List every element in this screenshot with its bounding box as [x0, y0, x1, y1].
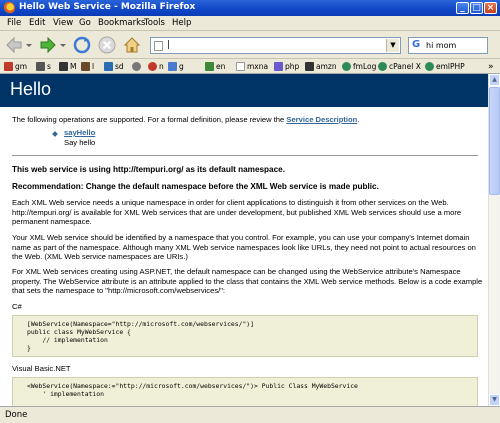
- vb-code: <WebService(Namespace:="http://microsoft…: [27, 382, 358, 398]
- csharp-code: [WebService(Namespace="http://microsoft.…: [27, 320, 255, 352]
- bookmark-icon: [81, 62, 90, 71]
- search-box[interactable]: G hi mom: [408, 37, 488, 54]
- bookmark-gm[interactable]: gm: [4, 60, 27, 73]
- vb-label: Visual Basic.NET: [12, 364, 71, 373]
- back-icon[interactable]: [4, 35, 24, 55]
- bookmark-icon: [236, 62, 245, 71]
- menu-bookmarks[interactable]: Bookmarks: [98, 18, 146, 28]
- bookmark-l[interactable]: l: [81, 60, 94, 73]
- firefox-icon: [3, 2, 15, 14]
- bookmarks-toolbar: gm s M l sd n g en mxna php amzn fmLog c…: [0, 59, 500, 74]
- bookmark-icon: [425, 62, 434, 71]
- page-content: Hello The following operations are suppo…: [0, 74, 488, 406]
- menu-tools[interactable]: Tools: [144, 18, 165, 28]
- menu-edit[interactable]: Edit: [29, 18, 45, 28]
- menu-view[interactable]: View: [53, 18, 73, 28]
- operation-sayhello-link[interactable]: sayHello: [64, 128, 95, 138]
- stop-icon[interactable]: [97, 35, 117, 55]
- minimize-button[interactable]: _: [456, 2, 469, 14]
- csharp-label: C#: [12, 302, 22, 311]
- go-separator: [403, 38, 405, 53]
- bookmark-icon: [378, 62, 387, 71]
- divider: [12, 155, 478, 156]
- bookmark-s[interactable]: s: [36, 60, 51, 73]
- bookmark-icon: [59, 62, 68, 71]
- operation-description: Say hello: [64, 138, 96, 147]
- search-input[interactable]: hi mom: [426, 41, 456, 50]
- bookmark-icon: [274, 62, 283, 71]
- scroll-down-icon[interactable]: ▼: [489, 394, 500, 406]
- bookmark-icon: [342, 62, 351, 71]
- bookmark-en[interactable]: en: [205, 60, 225, 73]
- paragraph-unique-namespace: Each XML Web service needs a unique name…: [12, 198, 462, 227]
- forward-dropdown-icon[interactable]: [60, 35, 66, 55]
- bookmark-blank[interactable]: [132, 60, 143, 73]
- menu-bar: File Edit View Go Bookmarks Tools Help: [0, 16, 500, 31]
- bookmark-icon: [104, 62, 113, 71]
- back-dropdown-icon[interactable]: [26, 35, 32, 55]
- bookmark-amzn[interactable]: amzn: [305, 60, 337, 73]
- bookmarks-overflow-icon[interactable]: »: [488, 60, 494, 73]
- service-description-link[interactable]: Service Description: [286, 115, 357, 124]
- forward-icon[interactable]: [38, 35, 58, 55]
- menu-go[interactable]: Go: [79, 18, 91, 28]
- menu-file[interactable]: File: [7, 18, 21, 28]
- bookmark-n[interactable]: n: [148, 60, 164, 73]
- status-bar: Done: [0, 406, 500, 423]
- namespace-notice: This web service is using http://tempuri…: [12, 165, 285, 174]
- google-icon[interactable]: G: [412, 39, 420, 50]
- bookmark-icon: [305, 62, 314, 71]
- reload-icon[interactable]: [72, 35, 92, 55]
- bookmark-emlphp[interactable]: emlPHP: [425, 60, 465, 73]
- csharp-code-block: [WebService(Namespace="http://microsoft.…: [12, 315, 478, 357]
- bookmark-m[interactable]: M: [59, 60, 76, 73]
- scroll-up-icon[interactable]: ▲: [489, 74, 500, 86]
- bookmark-php[interactable]: php: [274, 60, 299, 73]
- menu-help[interactable]: Help: [172, 18, 191, 28]
- close-button[interactable]: ×: [484, 2, 497, 14]
- vb-code-block: <WebService(Namespace:="http://microsoft…: [12, 377, 478, 406]
- status-text: Done: [5, 410, 28, 420]
- home-icon[interactable]: [122, 35, 142, 55]
- intro-text: The following operations are supported. …: [12, 115, 360, 124]
- bookmark-icon: [4, 62, 13, 71]
- bookmark-g[interactable]: g: [168, 60, 184, 73]
- bookmark-fmlog[interactable]: fmLog: [342, 60, 376, 73]
- address-input[interactable]: |: [167, 40, 170, 50]
- paragraph-aspnet: For XML Web services creating using ASP.…: [12, 267, 483, 296]
- navigation-toolbar: | ▼ G hi mom: [0, 31, 500, 59]
- vertical-scrollbar[interactable]: ▲ ▼: [488, 74, 500, 406]
- page-icon: [154, 41, 163, 51]
- bookmark-sd[interactable]: sd: [104, 60, 124, 73]
- bookmark-mxna[interactable]: mxna: [236, 60, 268, 73]
- recommendation-text: Recommendation: Change the default names…: [12, 182, 379, 191]
- bookmark-icon: [205, 62, 214, 71]
- window-title: Hello Web Service - Mozilla Firefox: [19, 2, 196, 12]
- bookmark-icon: [36, 62, 45, 71]
- bookmark-icon: [148, 62, 157, 71]
- maximize-button[interactable]: □: [470, 2, 483, 14]
- bookmark-icon: [168, 62, 177, 71]
- bookmark-icon: [132, 62, 141, 71]
- paragraph-namespace-control: Your XML Web service should be identifie…: [12, 233, 476, 262]
- window-titlebar[interactable]: Hello Web Service - Mozilla Firefox _ □ …: [0, 0, 500, 16]
- scroll-thumb[interactable]: [489, 87, 500, 195]
- address-dropdown-icon[interactable]: ▼: [386, 39, 399, 52]
- bookmark-cpanel[interactable]: cPanel X: [378, 60, 421, 73]
- address-bar[interactable]: | ▼: [150, 37, 401, 54]
- page-heading: Hello: [0, 74, 488, 107]
- operation-bullet: [52, 131, 58, 137]
